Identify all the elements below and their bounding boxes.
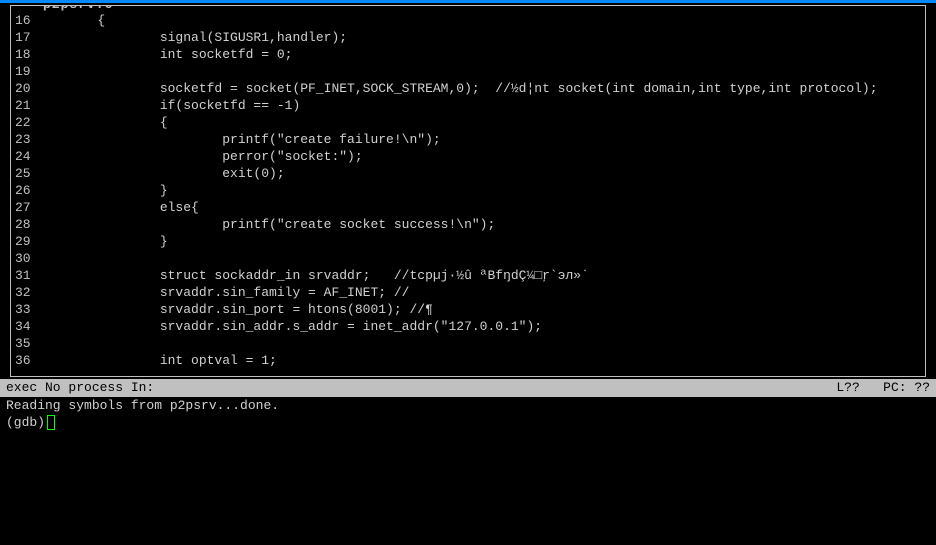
- code-line: 17 signal(SIGUSR1,handler);: [11, 29, 925, 46]
- line-number: 36: [11, 352, 35, 369]
- line-number: 26: [11, 182, 35, 199]
- code-line: 25 exit(0);: [11, 165, 925, 182]
- line-text: srvaddr.sin_family = AF_INET; //: [35, 284, 409, 301]
- line-text: exit(0);: [35, 165, 285, 182]
- gdb-prompt: (gdb): [6, 414, 45, 431]
- line-number: 25: [11, 165, 35, 182]
- line-number: 23: [11, 131, 35, 148]
- line-text: srvaddr.sin_addr.s_addr = inet_addr("127…: [35, 318, 542, 335]
- code-line: 35: [11, 335, 925, 352]
- line-number: 17: [11, 29, 35, 46]
- line-text: else{: [35, 199, 199, 216]
- code-line: 30: [11, 250, 925, 267]
- code-line: 26 }: [11, 182, 925, 199]
- line-number: 16: [11, 12, 35, 29]
- line-number: 34: [11, 318, 35, 335]
- status-right: L?? PC: ??: [836, 380, 930, 396]
- line-number: 18: [11, 46, 35, 63]
- code-line: 29 }: [11, 233, 925, 250]
- line-number: 20: [11, 80, 35, 97]
- line-text: printf("create socket success!\n");: [35, 216, 495, 233]
- gdb-output-line: Reading symbols from p2psrv...done.: [6, 397, 930, 414]
- line-number: 30: [11, 250, 35, 267]
- code-line: 31 struct sockaddr_in srvaddr; //tcpµj·½…: [11, 267, 925, 284]
- line-text: srvaddr.sin_port = htons(8001); //¶: [35, 301, 433, 318]
- line-text: printf("create failure!\n");: [35, 131, 441, 148]
- gdb-prompt-line[interactable]: (gdb): [6, 414, 930, 431]
- code-line: 21 if(socketfd == -1): [11, 97, 925, 114]
- code-line: 18 int socketfd = 0;: [11, 46, 925, 63]
- status-left: exec No process In:: [6, 380, 154, 396]
- line-number: 31: [11, 267, 35, 284]
- line-text: if(socketfd == -1): [35, 97, 300, 114]
- code-line: 33 srvaddr.sin_port = htons(8001); //¶: [11, 301, 925, 318]
- line-text: struct sockaddr_in srvaddr; //tcpµj·½û ª…: [35, 267, 589, 284]
- line-number: 24: [11, 148, 35, 165]
- code-line: 20 socketfd = socket(PF_INET,SOCK_STREAM…: [11, 80, 925, 97]
- code-area[interactable]: 16 { 17 signal(SIGUSR1,handler); 18 int …: [11, 6, 925, 369]
- source-panel: p2psrv.c 16 { 17 signal(SIGUSR1,handler)…: [10, 5, 926, 377]
- code-line: 28 printf("create socket success!\n");: [11, 216, 925, 233]
- line-text: perror("socket:");: [35, 148, 363, 165]
- code-line: 36 int optval = 1;: [11, 352, 925, 369]
- line-number: 22: [11, 114, 35, 131]
- panel-title: p2psrv.c: [39, 5, 117, 12]
- line-text: int socketfd = 0;: [35, 46, 292, 63]
- code-line: 24 perror("socket:");: [11, 148, 925, 165]
- line-text: signal(SIGUSR1,handler);: [35, 29, 347, 46]
- line-number: 32: [11, 284, 35, 301]
- cursor-icon: [47, 415, 55, 430]
- line-number: 35: [11, 335, 35, 352]
- line-text: {: [35, 12, 105, 29]
- status-bar: exec No process In: L?? PC: ??: [0, 379, 936, 397]
- line-number: 33: [11, 301, 35, 318]
- code-line: 19: [11, 63, 925, 80]
- line-number: 28: [11, 216, 35, 233]
- line-number: 19: [11, 63, 35, 80]
- gdb-console[interactable]: Reading symbols from p2psrv...done. (gdb…: [0, 397, 936, 431]
- line-text: }: [35, 182, 168, 199]
- line-number: 21: [11, 97, 35, 114]
- code-line: 32 srvaddr.sin_family = AF_INET; //: [11, 284, 925, 301]
- code-line: 23 printf("create failure!\n");: [11, 131, 925, 148]
- line-text: }: [35, 233, 168, 250]
- line-text: {: [35, 114, 168, 131]
- line-text: int optval = 1;: [35, 352, 277, 369]
- line-number: 27: [11, 199, 35, 216]
- code-line: 34 srvaddr.sin_addr.s_addr = inet_addr("…: [11, 318, 925, 335]
- line-number: 29: [11, 233, 35, 250]
- code-line: 22 {: [11, 114, 925, 131]
- code-line: 16 {: [11, 12, 925, 29]
- line-text: socketfd = socket(PF_INET,SOCK_STREAM,0)…: [35, 80, 878, 97]
- code-line: 27 else{: [11, 199, 925, 216]
